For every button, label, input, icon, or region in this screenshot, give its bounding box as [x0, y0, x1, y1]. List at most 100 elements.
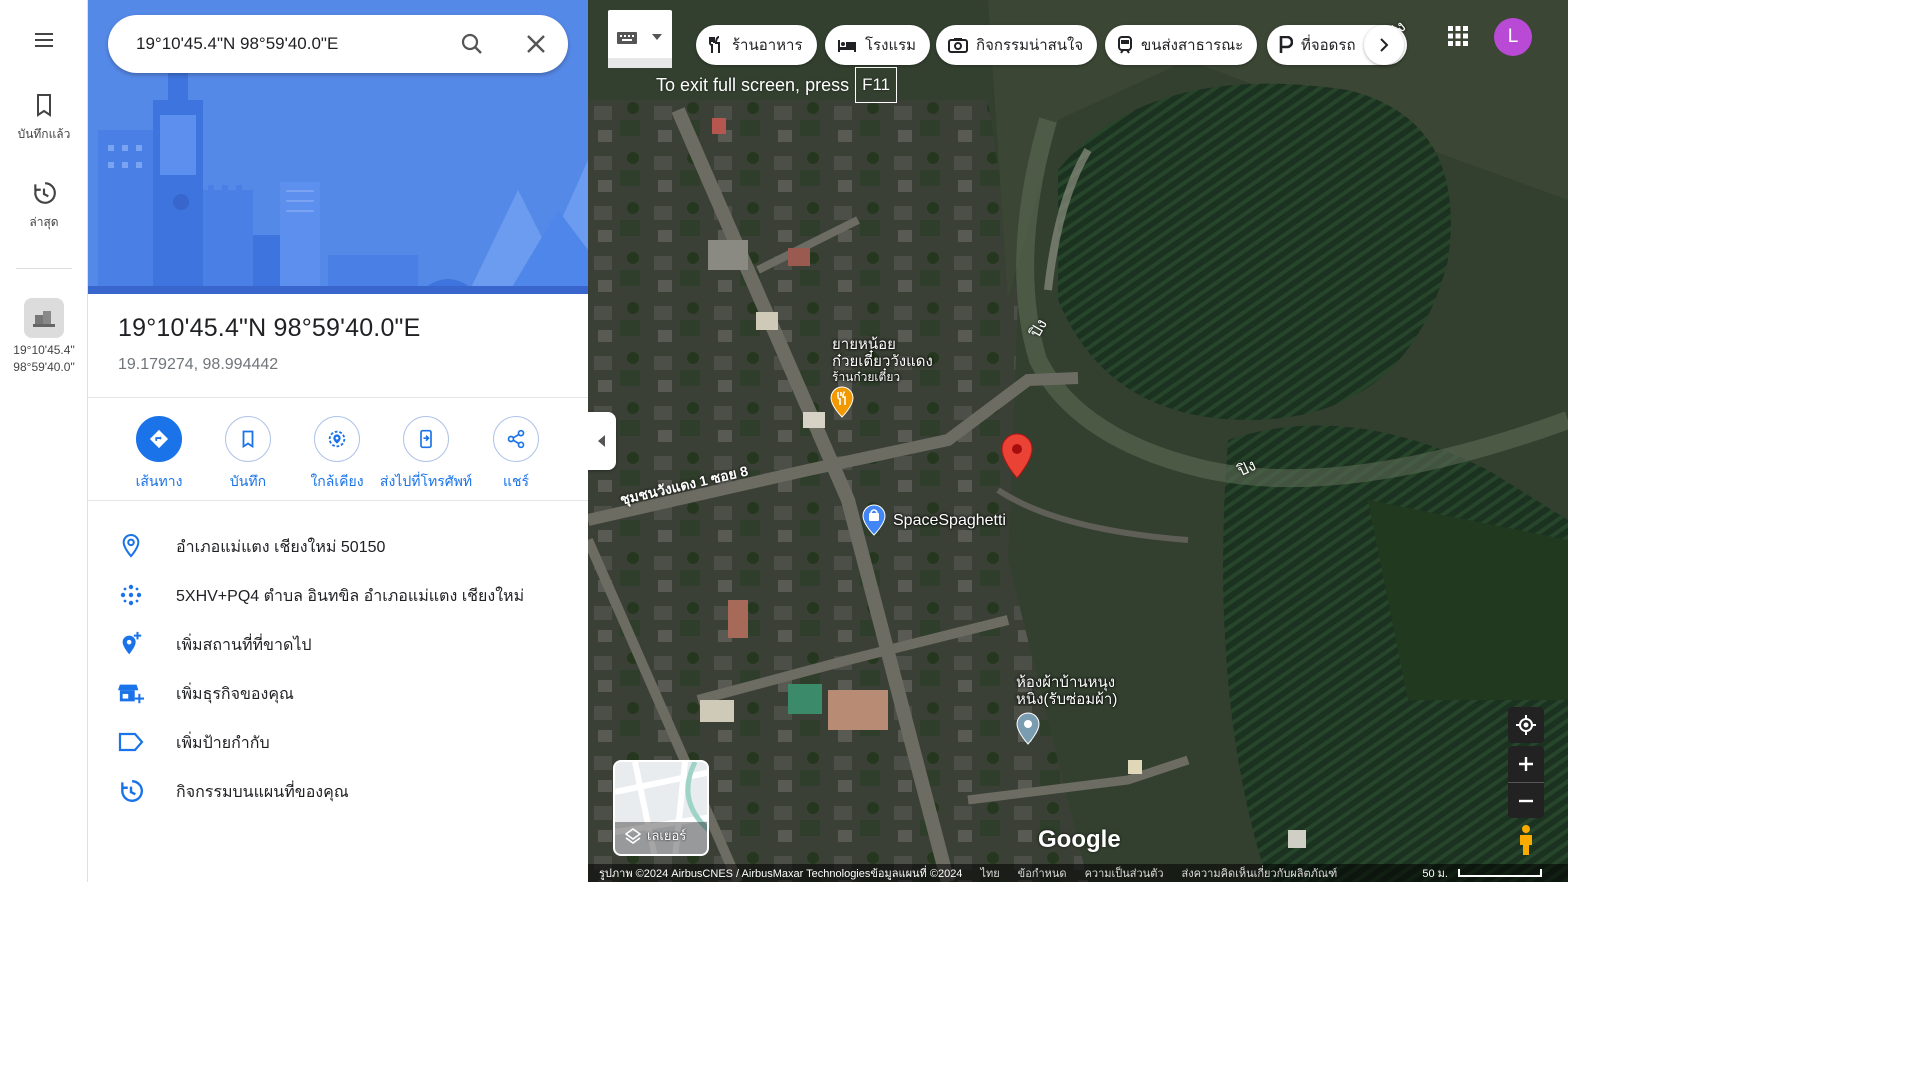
fullscreen-exit-hint: To exit full screen, press F11 [656, 66, 898, 104]
map-canvas[interactable]: To exit full screen, press F11 ร้านอาหาร… [588, 0, 1568, 882]
poi-noodle-label[interactable]: ยายหน้อย ก๋วยเตี๋ยววังแดง ร้านก๋วยเตี๋ยว [832, 336, 933, 384]
poi-noodle-category: ร้านก๋วยเตี๋ยว [832, 370, 901, 384]
recent-place-item[interactable]: 19°10'45.4" 98°59'40.0" [0, 298, 88, 376]
nearby-label: ใกล้เคียง [310, 473, 364, 489]
map-activity-row[interactable]: กิจกรรมบนแผนที่ของคุณ [88, 770, 588, 810]
recent-place-line2: 98°59'40.0" [13, 360, 75, 374]
menu-button[interactable] [0, 28, 88, 57]
address-row[interactable]: อำเภอแม่แตง เชียงใหม่ 50150 [88, 525, 588, 565]
add-place-row[interactable]: เพิ่มสถานที่ที่ขาดไป [88, 623, 588, 663]
recent-button[interactable]: ล่าสุด [0, 180, 88, 229]
directions-label: เส้นทาง [135, 473, 183, 489]
close-icon[interactable] [524, 32, 548, 56]
address-text: อำเภอแม่แตง เชียงใหม่ 50150 [176, 539, 386, 556]
poi-noodle-name-1: ยายหน้อย [832, 336, 896, 353]
parking-icon [1279, 36, 1293, 53]
my-location-icon [1516, 715, 1536, 735]
zoom-out-button[interactable] [1508, 782, 1544, 818]
nearby-button[interactable]: ใกล้เคียง [289, 416, 385, 493]
add-business-text: เพิ่มธุรกิจของคุณ [176, 686, 294, 703]
layers-label: เลเยอร์ [647, 828, 687, 843]
privacy-link[interactable]: ความเป็นส่วนตัว [1085, 864, 1164, 882]
label-icon [118, 732, 144, 752]
map-activity-text: กิจกรรมบนแผนที่ของคุณ [176, 784, 349, 801]
nearby-icon [328, 430, 346, 448]
restaurant-marker-icon[interactable] [830, 386, 854, 418]
map-footer: รูปภาพ ©2024 AirbusCNES / AirbusMaxar Te… [588, 864, 1568, 882]
add-place-icon [122, 631, 142, 655]
poi-tailor-name-1: ห้องผ้าบ้านหนุง [1016, 674, 1116, 691]
place-marker-icon[interactable] [1016, 712, 1040, 746]
search-input[interactable] [136, 15, 436, 73]
chip-things-to-do[interactable]: กิจกรรมน่าสนใจ [936, 25, 1098, 65]
share-label: แชร์ [502, 473, 530, 489]
chip-label: ที่จอดรถ [1301, 37, 1356, 54]
location-pin-icon [122, 533, 140, 558]
divider [88, 397, 588, 398]
feedback-link[interactable]: ส่งความคิดเห็นเกี่ยวกับผลิตภัณฑ์ [1182, 864, 1338, 882]
language-link[interactable]: ไทย [980, 864, 999, 882]
directions-button[interactable]: เส้นทาง [111, 416, 207, 493]
history-icon [121, 780, 143, 802]
poi-noodle-name-2: ก๋วยเตี๋ยววังแดง [832, 353, 933, 370]
chip-label: ร้านอาหาร [732, 37, 803, 54]
plus-code-row[interactable]: 5XHV+PQ4 ตำบล อินทขิล อำเภอแม่แตง เชียงใ… [88, 574, 588, 614]
share-icon [507, 429, 525, 449]
share-button[interactable]: แชร์ [468, 416, 564, 493]
save-button[interactable]: บันทึก [200, 416, 296, 493]
scale-line [1458, 869, 1542, 877]
apps-grid-icon[interactable] [1446, 24, 1470, 48]
plus-icon [1519, 757, 1533, 771]
rail-divider [16, 268, 72, 269]
hamburger-icon [35, 33, 53, 47]
input-tools-button[interactable] [608, 10, 672, 68]
chip-transit[interactable]: ขนส่งสาธารณะ [1105, 25, 1258, 65]
scale-label: 50 ม. [1422, 868, 1448, 880]
my-location-button[interactable] [1508, 707, 1544, 743]
left-rail: บันทึกแล้ว ล่าสุด 19°10'45.4" 98°59'40.0… [0, 0, 88, 882]
chip-label: ขนส่งสาธารณะ [1141, 37, 1244, 54]
recent-place-line1: 19°10'45.4" [13, 343, 75, 357]
search-box [108, 15, 568, 73]
divider [88, 500, 588, 501]
history-icon [34, 182, 56, 204]
maps-app: บันทึกแล้ว ล่าสุด 19°10'45.4" 98°59'40.0… [0, 0, 1568, 882]
place-title: 19°10'45.4"N 98°59'40.0"E [118, 314, 421, 342]
bookmark-icon [37, 94, 51, 117]
layers-icon [625, 827, 641, 844]
plus-code-icon [120, 584, 142, 606]
exit-hint-text: To exit full screen, press [656, 74, 850, 95]
dropped-pin-icon[interactable] [1000, 432, 1034, 480]
chevron-left-icon [598, 435, 605, 447]
account-avatar[interactable]: L [1494, 18, 1532, 56]
poi-tailor-label[interactable]: ห้องผ้าบ้านหนุง หนิง(รับซ่อมผ้า) [1016, 674, 1117, 708]
saved-button[interactable]: บันทึกแล้ว [0, 92, 88, 141]
google-logo: Google [1038, 826, 1121, 853]
poi-spaghetti-label[interactable]: SpaceSpaghetti [893, 512, 1006, 529]
transit-icon [1118, 36, 1132, 54]
chip-hotels[interactable]: โรงแรม [825, 25, 931, 65]
chips-next-button[interactable] [1364, 25, 1404, 65]
chip-restaurants[interactable]: ร้านอาหาร [696, 25, 817, 65]
send-to-phone-button[interactable]: ส่งไปที่โทรศัพท์ [378, 416, 474, 493]
keyboard-icon [617, 32, 637, 44]
search-icon[interactable] [460, 32, 484, 56]
scale-bar[interactable]: 50 ม. [1422, 864, 1542, 882]
add-label-row[interactable]: เพิ่มป้ายกำกับ [88, 721, 588, 761]
add-business-row[interactable]: เพิ่มธุรกิจของคุณ [88, 672, 588, 712]
send-to-phone-icon [420, 429, 432, 449]
shopping-marker-icon[interactable] [862, 504, 886, 536]
pegman-icon[interactable] [1515, 824, 1537, 856]
hotel-icon [838, 40, 856, 52]
recent-label: ล่าสุด [29, 215, 59, 229]
layers-button[interactable]: เลเยอร์ [613, 760, 709, 856]
terms-link[interactable]: ข้อกำหนด [1018, 864, 1067, 882]
collapse-panel-button[interactable] [588, 412, 616, 470]
poi-tailor-name-2: หนิง(รับซ่อมผ้า) [1016, 691, 1118, 708]
chevron-down-icon [652, 34, 662, 40]
restaurant-icon [709, 36, 720, 53]
hero-illustration [88, 0, 588, 294]
zoom-in-button[interactable] [1508, 746, 1544, 782]
satellite-imagery [588, 0, 1568, 882]
saved-label: บันทึกแล้ว [17, 127, 71, 141]
